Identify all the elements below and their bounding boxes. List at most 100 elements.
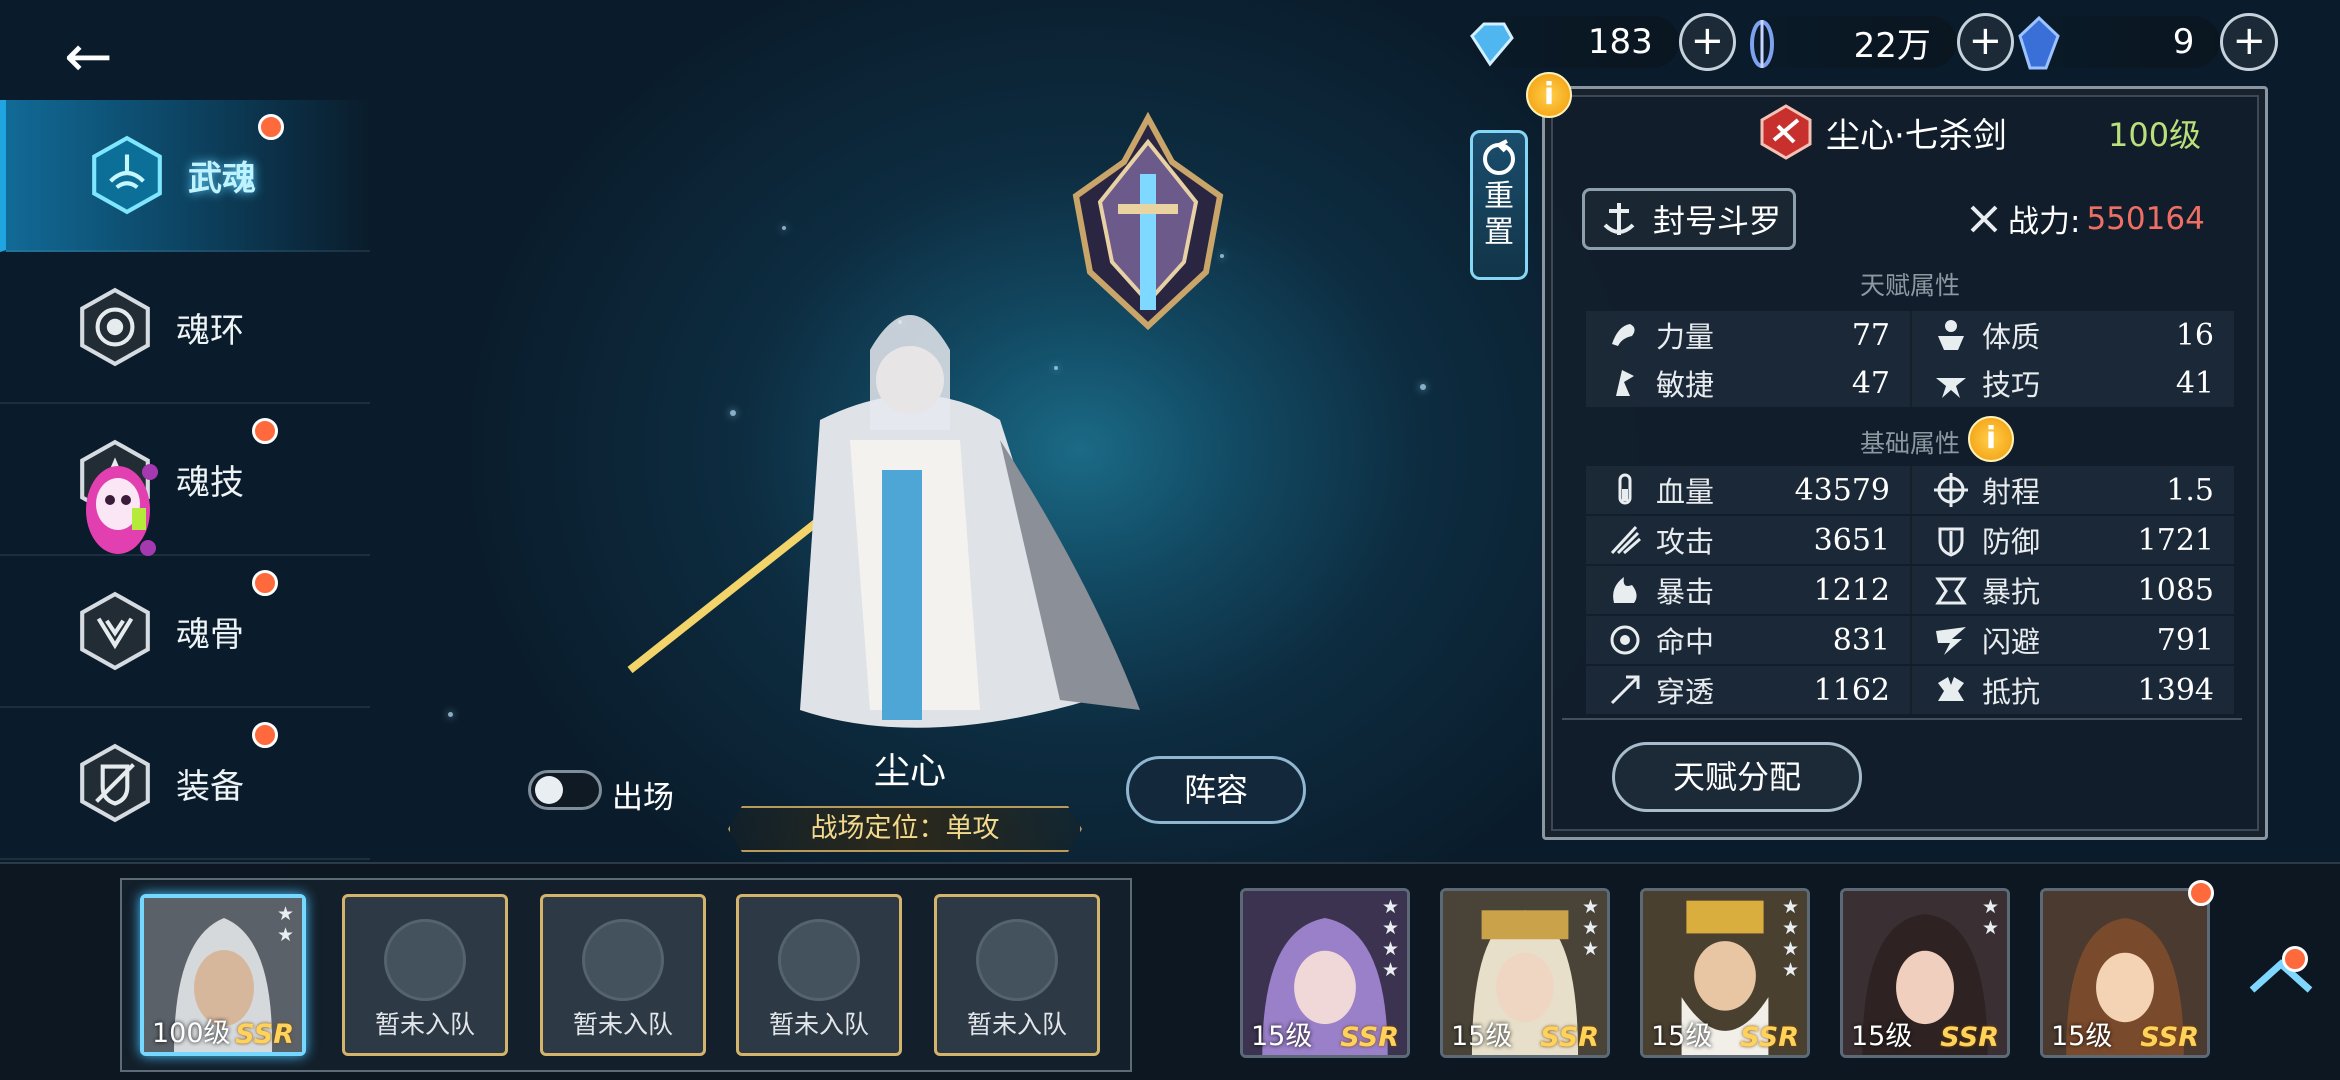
stat-cell: 命中 831 bbox=[1586, 616, 1910, 664]
rank-title: 封号斗罗 bbox=[1653, 202, 1782, 240]
stat-row: 敏捷 47 技巧 41 bbox=[1586, 359, 2234, 407]
stat-cell: 闪避 791 bbox=[1910, 616, 2234, 664]
add-soul-coin-button[interactable]: + bbox=[1956, 13, 2014, 71]
skill-icon bbox=[1936, 378, 1966, 398]
stat-cell: 体质 16 bbox=[1910, 311, 2234, 359]
team-slot-hero[interactable]: ★ ★ 100级 SSR bbox=[140, 894, 306, 1056]
rarity-badge: SSR bbox=[235, 1019, 294, 1050]
lineup-button[interactable]: 阵容 bbox=[1126, 756, 1306, 824]
nav-item-soul-skill[interactable]: 魂技 bbox=[0, 404, 370, 556]
stat-cell: 血量 43579 bbox=[1586, 466, 1910, 514]
attack-icon bbox=[1610, 525, 1641, 555]
hero-portrait bbox=[627, 315, 1140, 728]
deploy-toggle[interactable] bbox=[528, 770, 602, 810]
star-rating: ★ ★ ★ bbox=[1581, 896, 1599, 960]
defense-icon bbox=[1938, 527, 1964, 557]
rank-title-button[interactable]: 封号斗罗 bbox=[1582, 188, 1796, 250]
nav-item-martial-soul[interactable]: 武魂 bbox=[0, 100, 370, 252]
currency-crystal: 9 + bbox=[2016, 13, 2278, 71]
anchor-icon bbox=[1603, 203, 1635, 235]
hero-name: 尘心 bbox=[873, 751, 946, 792]
agility-icon bbox=[1616, 370, 1634, 396]
stat-row: 力量 77 体质 16 bbox=[1586, 311, 2234, 359]
back-arrow-icon[interactable]: ← bbox=[64, 26, 134, 86]
stat-row: 暴击 1212 暴抗 1085 bbox=[1586, 566, 2234, 614]
roster-card[interactable]: ★ ★ ★ ★ 15级 SSR bbox=[1240, 888, 1410, 1058]
nav-label: 魂环 bbox=[176, 310, 244, 351]
team-slot-empty[interactable]: 暂未入队 bbox=[934, 894, 1100, 1056]
info-icon[interactable]: i bbox=[1968, 416, 2014, 462]
star-rating: ★ ★ bbox=[276, 903, 294, 946]
weapon-name: 尘心·七杀剑 bbox=[1826, 115, 2007, 156]
roster-card[interactable]: ★ ★ ★ ★ 15级 SSR bbox=[1640, 888, 1810, 1058]
notification-dot bbox=[2282, 946, 2308, 972]
nav-label: 魂骨 bbox=[176, 614, 244, 655]
talent-allocate-button[interactable]: 天赋分配 bbox=[1612, 742, 1862, 812]
info-icon[interactable]: i bbox=[1526, 72, 1572, 118]
roster-card[interactable]: ★ ★ 15级 SSR bbox=[1840, 888, 2010, 1058]
team-slot-empty[interactable]: 暂未入队 bbox=[736, 894, 902, 1056]
star-rating: ★ ★ ★ ★ bbox=[1381, 896, 1399, 981]
nav-item-equipment[interactable]: 装备 bbox=[0, 708, 370, 860]
person-icon bbox=[976, 919, 1058, 1001]
star-rating: ★ ★ ★ ★ bbox=[1781, 896, 1799, 981]
weapon-title: 尘心·七杀剑 bbox=[1758, 104, 2007, 160]
constitution-icon bbox=[1938, 320, 1964, 350]
stat-cell: 敏捷 47 bbox=[1586, 359, 1910, 407]
reset-label: 重 bbox=[1484, 179, 1514, 214]
add-crystal-button[interactable]: + bbox=[2220, 13, 2278, 71]
add-diamond-button[interactable]: + bbox=[1678, 13, 1736, 71]
reset-label: 置 bbox=[1484, 215, 1514, 250]
reset-icon bbox=[1483, 139, 1515, 175]
stat-cell: 技巧 41 bbox=[1910, 359, 2234, 407]
dodge-icon bbox=[1936, 627, 1966, 655]
crit-icon bbox=[1613, 577, 1637, 603]
stat-row: 攻击 3651 防御 1721 bbox=[1586, 516, 2234, 564]
person-icon bbox=[778, 919, 860, 1001]
team-slot-empty[interactable]: 暂未入队 bbox=[342, 894, 508, 1056]
crystal-icon bbox=[2018, 16, 2060, 70]
currency-value: 183 bbox=[1587, 22, 1653, 62]
divider bbox=[1562, 718, 2242, 720]
left-nav: 武魂 魂环 魂技 魂骨 装备 bbox=[0, 100, 370, 860]
deploy-label: 出场 bbox=[612, 780, 674, 816]
equipment-icon bbox=[74, 742, 156, 824]
stat-cell: 穿透 1162 bbox=[1586, 666, 1910, 714]
notification-dot bbox=[2188, 880, 2214, 906]
currency-value: 9 bbox=[2172, 22, 2195, 62]
stat-cell: 暴抗 1085 bbox=[1910, 566, 2234, 614]
combat-power: 战力: 550164 bbox=[1968, 196, 2205, 241]
base-section-title: 基础属性 bbox=[1859, 429, 1960, 458]
notification-dot bbox=[252, 418, 278, 444]
resist-icon bbox=[1938, 677, 1964, 701]
soul-coin-icon bbox=[1750, 20, 1774, 68]
stat-cell: 攻击 3651 bbox=[1586, 516, 1910, 564]
currency-soul-coin: 22万 + bbox=[1742, 13, 2014, 71]
crit-resist-icon bbox=[1935, 577, 1967, 605]
martial-soul-icon bbox=[86, 134, 168, 216]
currency-value: 22万 bbox=[1853, 25, 1931, 66]
mascot-icon[interactable] bbox=[78, 452, 158, 562]
crossed-swords-icon bbox=[1970, 205, 1998, 232]
power-label: 战力: bbox=[2008, 204, 2081, 240]
diamond-icon bbox=[1470, 22, 1514, 67]
team-slot-empty[interactable]: 暂未入队 bbox=[540, 894, 706, 1056]
nav-item-soul-ring[interactable]: 魂环 bbox=[0, 252, 370, 404]
strength-icon bbox=[1612, 324, 1635, 346]
roster-card[interactable]: ★ ★ ★ 15级 SSR bbox=[1440, 888, 1610, 1058]
stat-cell: 射程 1.5 bbox=[1910, 466, 2234, 514]
reset-button[interactable]: 重 置 bbox=[1470, 130, 1528, 280]
currency-diamond: 183 + bbox=[1464, 13, 1736, 71]
nav-label: 武魂 bbox=[188, 158, 256, 199]
stat-cell: 抵抗 1394 bbox=[1910, 666, 2234, 714]
hp-icon bbox=[1618, 473, 1632, 505]
nav-item-soul-bone[interactable]: 魂骨 bbox=[0, 556, 370, 708]
roster-card[interactable]: 15级 SSR bbox=[2040, 888, 2210, 1058]
power-value: 550164 bbox=[2086, 200, 2205, 237]
soul-bone-icon bbox=[74, 590, 156, 672]
nav-label: 魂技 bbox=[176, 462, 244, 503]
talent-section-title: 天赋属性 bbox=[1859, 271, 1960, 300]
stat-cell: 力量 77 bbox=[1586, 311, 1910, 359]
notification-dot bbox=[252, 570, 278, 596]
stat-cell: 暴击 1212 bbox=[1586, 566, 1910, 614]
